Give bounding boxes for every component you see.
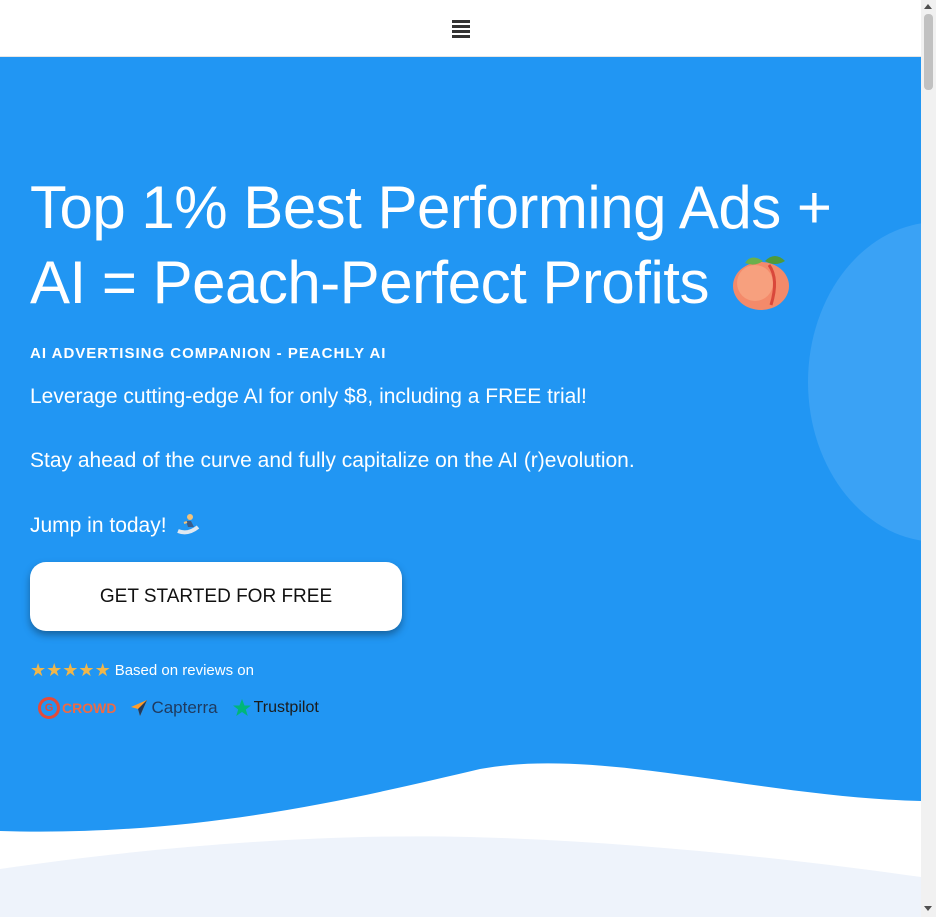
capterra-word: Capterra: [151, 698, 218, 717]
star-icon: ★: [30, 660, 47, 680]
capterra-logo[interactable]: Capterra: [130, 698, 218, 718]
g2-icon: G: [38, 697, 60, 719]
reviews-label: Based on reviews on: [114, 661, 254, 679]
scroll-down-arrow-icon[interactable]: [924, 906, 932, 911]
star-icon: ★: [46, 660, 63, 680]
g2-crowd-word: CROWD: [62, 700, 117, 716]
hero-paragraph-2: Stay ahead of the curve and fully capita…: [30, 449, 635, 472]
capterra-icon: [131, 700, 148, 716]
hero-paragraph-1: Leverage cutting-edge AI for only $8, in…: [30, 385, 587, 408]
trustpilot-word: Trustpilot: [253, 699, 319, 716]
g2-crowd-logo[interactable]: G CROWD: [38, 697, 116, 719]
star-icon: ★: [78, 660, 95, 680]
trustpilot-star-icon: [232, 699, 251, 716]
hamburger-menu-icon[interactable]: [449, 17, 473, 41]
hero-section: Top 1% Best Performing Ads + AI = Peach-…: [0, 57, 921, 917]
hero-eyebrow: AI ADVERTISING COMPANION - PEACHLY AI: [30, 345, 387, 362]
star-icon: ★: [62, 660, 79, 680]
trustpilot-logo[interactable]: Trustpilot: [232, 698, 319, 718]
scroll-up-arrow-icon[interactable]: [924, 4, 932, 9]
hero-wave-divider: [0, 763, 921, 917]
hero-paragraph-3: Jump in today!: [30, 513, 200, 538]
surfer-emoji-icon: [176, 513, 200, 535]
peach-emoji-icon: [731, 249, 791, 311]
reviews-rating: ★ ★ ★ ★ ★ Based on reviews on: [30, 661, 254, 679]
hero-headline-text: Top 1% Best Performing Ads + AI = Peach-…: [30, 174, 832, 316]
hero-headline: Top 1% Best Performing Ads + AI = Peach-…: [30, 170, 890, 320]
jump-in-text: Jump in today!: [30, 514, 167, 537]
review-sites: G CROWD Capterra Trustpilot: [38, 697, 333, 719]
get-started-button[interactable]: GET STARTED FOR FREE: [30, 562, 402, 631]
scroll-thumb[interactable]: [924, 14, 933, 90]
page-scrollbar[interactable]: [921, 0, 936, 917]
star-icon: ★: [94, 660, 111, 680]
top-nav-bar: [0, 0, 921, 57]
